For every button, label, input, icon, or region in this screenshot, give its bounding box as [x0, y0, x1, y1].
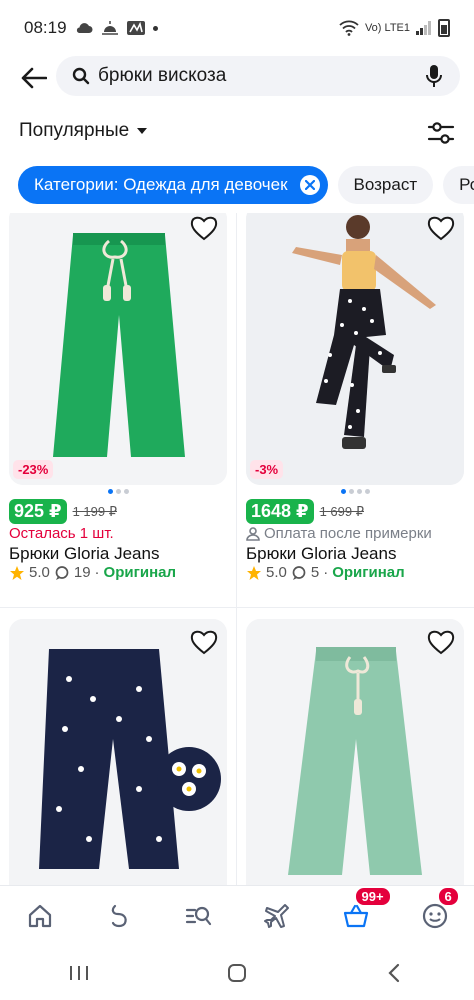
home-icon [28, 904, 51, 927]
rating-row: 5.0 5 · Оригинал [246, 564, 405, 581]
search-box[interactable] [56, 56, 460, 96]
chip-age[interactable]: Возраст [337, 166, 434, 204]
comment-icon [55, 565, 69, 580]
profile-badge: 6 [436, 885, 460, 907]
travel-icon [263, 903, 289, 928]
reviews-count: 19 [73, 564, 91, 581]
sort-dropdown[interactable]: Популярные [19, 120, 148, 142]
product-image[interactable] [246, 619, 464, 885]
payment-note: Оплата после примерки [246, 525, 432, 542]
system-navigation [0, 945, 474, 1000]
star-icon [10, 565, 24, 580]
old-price: 1 199 ₽ [72, 503, 117, 519]
image-pager-dots [9, 489, 227, 494]
product-title: Брюки Gloria Jeans [246, 544, 397, 563]
search-input[interactable] [98, 65, 398, 87]
product-grid: -23% 925 ₽ 1 199 ₽ Осталась 1 шт. Брюки … [0, 213, 474, 885]
person-icon [246, 526, 260, 541]
filter-chips: Категории: Одежда для девочек Возраст Ро [18, 166, 474, 206]
price-row: 1648 ₽ 1 699 ₽ [246, 499, 364, 524]
chip-category[interactable]: Категории: Одежда для девочек [18, 166, 328, 204]
pants-illustration-mint [246, 619, 464, 885]
star-icon [247, 565, 261, 580]
voice-search-button[interactable] [420, 62, 448, 90]
network-label: Vo) LTE1 [364, 22, 410, 34]
discount-badge: -3% [250, 460, 284, 479]
nav-travel[interactable] [257, 896, 297, 936]
grid-divider [236, 213, 237, 885]
cloud-icon [76, 23, 93, 33]
rating-row: 5.0 19 · Оригинал [9, 564, 176, 581]
heart-icon[interactable] [426, 213, 456, 243]
rating-value: 5.0 [266, 564, 287, 581]
chip-age-label: Возраст [353, 175, 418, 194]
pants-illustration-navy [9, 619, 227, 885]
signal-icon [416, 21, 431, 35]
chevron-down-icon [137, 128, 148, 134]
product-image[interactable]: -3% [246, 213, 464, 485]
original-label: Оригинал [103, 564, 176, 581]
status-bar: 08:19 Vo) LTE1 [0, 0, 474, 56]
model-photo-illustration [246, 213, 464, 485]
battery-icon [438, 19, 450, 37]
recent-apps-button[interactable] [59, 953, 99, 993]
original-label: Оригинал [332, 564, 405, 581]
home-system-button[interactable] [217, 953, 257, 993]
sunrise-icon [101, 21, 118, 35]
assistant-icon [111, 904, 127, 927]
chip-category-label: Категории: Одежда для девочек [34, 175, 288, 194]
wifi-icon [339, 20, 359, 36]
stock-note: Осталась 1 шт. [9, 525, 114, 542]
image-pager-dots [246, 489, 464, 494]
bottom-navigation: 99+ 6 [0, 885, 474, 945]
back-button[interactable] [16, 60, 52, 96]
recent-apps-icon [70, 965, 88, 980]
product-image[interactable] [9, 619, 227, 885]
status-time: 08:19 [24, 18, 67, 37]
cart-badge: 99+ [353, 885, 392, 907]
comment-icon [292, 565, 306, 580]
old-price: 1 699 ₽ [319, 503, 364, 519]
system-back-button[interactable] [375, 953, 415, 993]
search-header [0, 56, 474, 100]
status-left: 08:19 [24, 18, 158, 38]
filter-settings-icon[interactable] [426, 118, 456, 148]
home-circle-icon [228, 963, 246, 982]
search-icon [70, 65, 92, 87]
pants-illustration-green [9, 213, 227, 485]
nav-home[interactable] [20, 896, 60, 936]
price-row: 925 ₽ 1 199 ₽ [9, 499, 117, 524]
catalog-search-icon [185, 906, 211, 925]
nav-assistant[interactable] [99, 896, 139, 936]
rating-value: 5.0 [29, 564, 50, 581]
payment-note-text: Оплата после примерки [264, 525, 432, 542]
nav-profile[interactable]: 6 [415, 885, 460, 936]
nav-catalog[interactable] [178, 896, 218, 936]
product-image[interactable]: -23% [9, 213, 227, 485]
heart-icon[interactable] [189, 213, 219, 243]
microphone-icon [426, 65, 442, 87]
more-notifications-dot [152, 25, 158, 31]
price: 1648 ₽ [246, 499, 314, 524]
row-divider [0, 607, 474, 608]
sort-label: Популярные [19, 120, 130, 141]
reviews-count: 5 [310, 564, 320, 581]
status-right: Vo) LTE1 [339, 19, 450, 37]
price: 925 ₽ [9, 499, 67, 524]
heart-icon[interactable] [426, 627, 456, 657]
chip-more[interactable]: Ро [443, 166, 474, 204]
chip-more-label: Ро [459, 175, 474, 194]
app-notification-icon [126, 21, 145, 35]
discount-badge: -23% [13, 460, 54, 479]
close-icon[interactable] [299, 175, 320, 195]
nav-cart[interactable]: 99+ [336, 885, 392, 936]
heart-icon[interactable] [189, 627, 219, 657]
arrow-left-icon [21, 67, 47, 89]
sort-row: Популярные [0, 110, 474, 154]
product-title: Брюки Gloria Jeans [9, 544, 160, 563]
chevron-left-icon [388, 963, 400, 982]
